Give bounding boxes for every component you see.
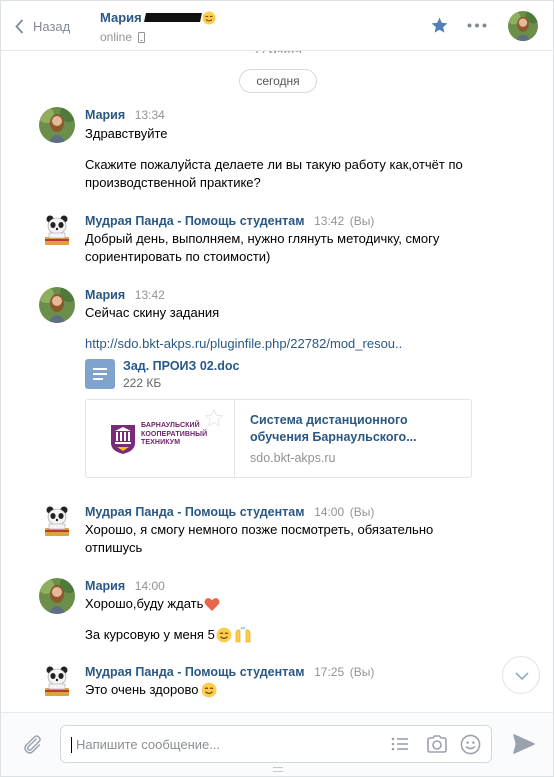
more-icon[interactable] <box>467 23 487 28</box>
message-time: 13:42 <box>314 214 345 228</box>
message-text: Это очень здорово <box>85 682 199 697</box>
college-logo-text: БАРНАУЛЬСКИЙ КООПЕРАТИВНЫЙ ТЕХНИКУМ <box>141 422 208 446</box>
smile-emoji-icon <box>202 11 216 24</box>
card-url: sdo.bkt-akps.ru <box>250 451 336 465</box>
message-text: производственной практике? <box>85 175 261 190</box>
paperclip-icon[interactable] <box>21 733 43 755</box>
document-size: 222 КБ <box>123 376 162 390</box>
document-name: Зад. ПРОИЗ 02.doc <box>123 359 240 373</box>
card-title: Система дистанционного обучения Барнауль… <box>250 413 417 444</box>
back-chevron-icon <box>15 18 24 34</box>
message-text-line: Хорошо,буду ждать <box>85 595 220 613</box>
panda-avatar-icon <box>39 213 75 249</box>
star-icon[interactable] <box>430 16 449 35</box>
back-label: Назад <box>33 18 71 34</box>
avatar[interactable] <box>39 504 75 540</box>
date-divider-today: сегодня <box>239 69 317 93</box>
message-text: Хорошо, я смогу немного позже посмотреть… <box>85 522 434 537</box>
smile-emoji-icon <box>202 682 217 698</box>
peer-avatar[interactable] <box>508 11 538 41</box>
avatar[interactable] <box>39 664 75 700</box>
raised-hands-emoji-icon <box>235 627 251 643</box>
scroll-down-button[interactable] <box>502 656 540 694</box>
author-name[interactable]: Мудрая Панда - Помощь студентам <box>85 665 304 679</box>
smile-emoji-icon <box>216 627 232 643</box>
star-outline-icon <box>204 408 224 427</box>
chat-header: Назад Мария online <box>1 1 553 51</box>
peer-status: online <box>100 30 146 44</box>
panda-avatar-icon <box>39 664 75 700</box>
message: Мудрая Панда - Помощь студентам 13:42 (В… <box>39 213 519 269</box>
author-name[interactable]: Мария <box>85 579 125 593</box>
message-text: отпишусь <box>85 540 143 555</box>
mobile-icon <box>138 31 146 43</box>
peer-name[interactable]: Мария <box>100 10 216 25</box>
avatar[interactable] <box>39 578 75 614</box>
avatar[interactable] <box>39 287 75 323</box>
avatar[interactable] <box>39 213 75 249</box>
message-link[interactable]: http://sdo.bkt-akps.ru/pluginfile.php/22… <box>85 335 402 353</box>
smile-icon[interactable] <box>460 734 481 755</box>
college-logo: БАРНАУЛЬСКИЙ КООПЕРАТИВНЫЙ ТЕХНИКУМ <box>86 400 235 477</box>
message-time: 14:00 <box>134 579 165 593</box>
message-time: 14:00 <box>314 505 345 519</box>
you-marker: (Вы) <box>349 214 375 228</box>
message: Мудрая Панда - Помощь студентам 17:25 (В… <box>39 664 519 704</box>
heart-emoji-icon <box>204 597 220 611</box>
message-text: Здравствуйте <box>85 126 168 141</box>
message-header: Мудрая Панда - Помощь студентам 17:25 (В… <box>85 664 374 679</box>
author-name[interactable]: Мария <box>85 108 125 122</box>
chat-window: Назад Мария online 22 марта сегодня Мари… <box>0 0 554 777</box>
link-preview-card[interactable]: БАРНАУЛЬСКИЙ КООПЕРАТИВНЫЙ ТЕХНИКУМ Сист… <box>85 399 472 478</box>
document-icon <box>85 359 115 389</box>
peer-status-text: online <box>100 30 133 44</box>
message-time: 13:42 <box>134 288 165 302</box>
message-input[interactable]: Напишите сообщение... <box>60 725 492 763</box>
peer-name-text: Мария <box>100 10 142 25</box>
message-input-placeholder: Напишите сообщение... <box>76 737 221 752</box>
message-header: Мудрая Панда - Помощь студентам 13:42 (В… <box>85 213 374 228</box>
back-button[interactable]: Назад <box>15 16 70 36</box>
document-attachment[interactable]: Зад. ПРОИЗ 02.doc 222 КБ <box>85 359 239 390</box>
message-header: Мария 13:34 <box>85 107 165 122</box>
author-name[interactable]: Мария <box>85 288 125 302</box>
you-marker: (Вы) <box>349 665 375 679</box>
message-header: Мария 13:42 <box>85 287 165 302</box>
message: Мария 14:00 Хорошо,буду ждать За курсову… <box>39 578 519 648</box>
message-text: За курсовую у меня 5 <box>85 627 215 642</box>
avatar[interactable] <box>39 107 75 143</box>
message-time: 13:34 <box>134 108 165 122</box>
redaction-bar <box>143 13 202 22</box>
message-header: Мария 14:00 <box>85 578 165 593</box>
message: Мария 13:42 Сейчас скину задания http://… <box>39 287 519 478</box>
author-name[interactable]: Мудрая Панда - Помощь студентам <box>85 505 304 519</box>
text-caret <box>71 737 72 753</box>
chevron-down-icon <box>515 672 529 680</box>
message-text-line: Это очень здорово <box>85 681 217 699</box>
camera-icon[interactable] <box>426 734 448 754</box>
message-text: Сейчас скину задания <box>85 305 220 320</box>
message-text: сориентировать по стоимости) <box>85 249 271 264</box>
message-text-line: За курсовую у меня 5 <box>85 626 252 644</box>
message-text: Скажите пожалуйста делаете ли вы такую р… <box>85 157 463 172</box>
list-icon[interactable] <box>391 736 409 752</box>
you-marker: (Вы) <box>349 505 375 519</box>
message: Мудрая Панда - Помощь студентам 14:00 (В… <box>39 504 519 560</box>
message-header: Мудрая Панда - Помощь студентам 14:00 (В… <box>85 504 374 519</box>
resize-grip[interactable] <box>273 767 283 772</box>
send-icon[interactable] <box>513 734 535 754</box>
message-time: 17:25 <box>314 665 345 679</box>
message: Мария 13:34 Здравствуйте Скажите пожалуй… <box>39 107 519 190</box>
panda-avatar-icon <box>39 504 75 540</box>
author-name[interactable]: Мудрая Панда - Помощь студентам <box>85 214 304 228</box>
message-text: Хорошо,буду ждать <box>85 596 204 611</box>
message-text: Добрый день, выполняем, нужно глянуть ме… <box>85 231 440 246</box>
